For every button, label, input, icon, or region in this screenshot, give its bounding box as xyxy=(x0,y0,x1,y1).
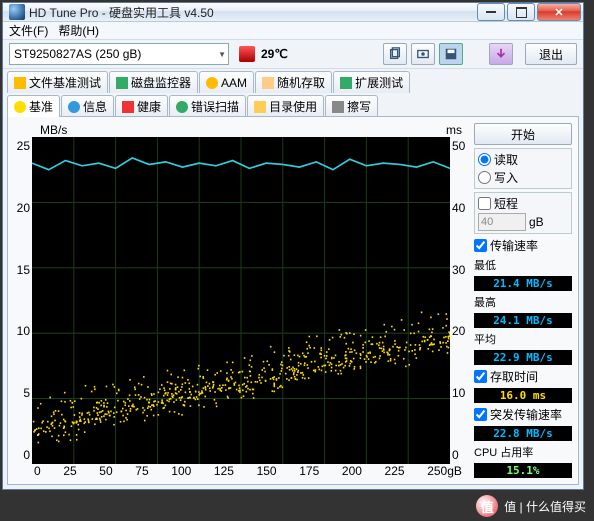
tabs-upper: 文件基准测试 磁盘监控器 AAM 随机存取 扩展测试 xyxy=(3,69,583,93)
menubar: 文件(F) 帮助(H) xyxy=(3,22,583,40)
access-value: 16.0 ms xyxy=(474,388,572,403)
tab-folder-usage[interactable]: 目录使用 xyxy=(247,95,324,117)
cpu-label: CPU 占用率 xyxy=(474,444,572,460)
tab-file-benchmark[interactable]: 文件基准测试 xyxy=(7,71,108,93)
tab-error-scan[interactable]: 错误扫描 xyxy=(169,95,246,117)
thermometer-icon xyxy=(239,46,255,62)
random-access-icon xyxy=(262,77,274,89)
y-left-ticks: 2520151050 xyxy=(14,137,32,464)
file-benchmark-icon xyxy=(14,77,26,89)
menu-file[interactable]: 文件(F) xyxy=(9,22,48,39)
chevron-down-icon: ▼ xyxy=(218,50,226,59)
close-button[interactable] xyxy=(537,3,581,21)
max-value: 24.1 MB/s xyxy=(474,313,572,328)
tab-benchmark[interactable]: 基准 xyxy=(7,95,60,117)
chart-svg xyxy=(32,137,450,464)
tab-disk-monitor[interactable]: 磁盘监控器 xyxy=(109,71,198,93)
tab-erase[interactable]: 擦写 xyxy=(325,95,378,117)
tab-info[interactable]: 信息 xyxy=(61,95,114,117)
tab-health[interactable]: 健康 xyxy=(115,95,168,117)
watermark-logo-icon: 值 xyxy=(476,495,498,517)
mode-group: 读取 写入 xyxy=(474,148,572,189)
folder-icon xyxy=(254,101,266,113)
tab-extra-tests[interactable]: 扩展测试 xyxy=(333,71,410,93)
burst-value: 22.8 MB/s xyxy=(474,426,572,441)
chart-plot xyxy=(32,137,450,464)
info-icon xyxy=(68,101,80,113)
app-window: HD Tune Pro - 硬盘实用工具 v4.50 文件(F) 帮助(H) S… xyxy=(2,2,584,490)
x-ticks: 0255075100125150175200225250gB xyxy=(14,464,468,478)
save-button[interactable] xyxy=(439,43,463,65)
tab-random-access[interactable]: 随机存取 xyxy=(255,71,332,93)
toolbar: ST9250827AS (250 gB) ▼ 29℃ 退出 xyxy=(3,40,583,69)
y-left-label: MB/s xyxy=(40,123,67,137)
download-button[interactable] xyxy=(489,43,513,65)
start-button[interactable]: 开始 xyxy=(474,123,572,145)
window-buttons xyxy=(477,3,581,21)
watermark: 值 值 | 什么值得买 xyxy=(476,495,586,517)
chk-short[interactable]: 短程 xyxy=(478,195,568,212)
copy-button[interactable] xyxy=(383,43,407,65)
chart-top-labels: MB/s ms xyxy=(14,123,468,137)
cpu-value: 15.1% xyxy=(474,463,572,478)
min-label: 最低 xyxy=(474,257,572,273)
y-right-ticks: 50403020100 xyxy=(450,137,468,464)
temperature-value: 29℃ xyxy=(261,47,288,61)
window-title: HD Tune Pro - 硬盘实用工具 v4.50 xyxy=(29,4,477,21)
content-area: MB/s ms 2520151050 xyxy=(7,116,579,485)
trash-icon xyxy=(332,101,344,113)
titlebar[interactable]: HD Tune Pro - 硬盘实用工具 v4.50 xyxy=(3,3,583,22)
chk-access[interactable]: 存取时间 xyxy=(474,368,572,385)
y-right-label: ms xyxy=(446,123,462,137)
exit-button[interactable]: 退出 xyxy=(525,43,577,65)
chk-transfer[interactable]: 传输速率 xyxy=(474,237,572,254)
drive-select[interactable]: ST9250827AS (250 gB) ▼ xyxy=(9,43,229,65)
side-panel: 开始 读取 写入 短程 gB 传输速率 最低 21.4 MB/s 最高 24.1… xyxy=(474,123,572,478)
app-icon xyxy=(9,4,25,20)
min-value: 21.4 MB/s xyxy=(474,276,572,291)
max-label: 最高 xyxy=(474,294,572,310)
magnifier-icon xyxy=(176,101,188,113)
watermark-text: 值 | 什么值得买 xyxy=(504,498,586,515)
tabs-lower: 基准 信息 健康 错误扫描 目录使用 擦写 xyxy=(3,93,583,117)
short-value xyxy=(478,213,526,231)
maximize-button[interactable] xyxy=(507,3,535,21)
menu-help[interactable]: 帮助(H) xyxy=(58,22,99,39)
avg-value: 22.9 MB/s xyxy=(474,350,572,365)
drive-select-value: ST9250827AS (250 gB) xyxy=(14,47,141,61)
screenshot-button[interactable] xyxy=(411,43,435,65)
benchmark-icon xyxy=(14,101,26,113)
speaker-icon xyxy=(206,77,218,89)
radio-read[interactable]: 读取 xyxy=(478,151,568,168)
health-icon xyxy=(122,101,134,113)
avg-label: 平均 xyxy=(474,331,572,347)
chart-wrap: MB/s ms 2520151050 xyxy=(14,123,468,478)
radio-write[interactable]: 写入 xyxy=(478,169,568,186)
tab-aam[interactable]: AAM xyxy=(199,71,254,93)
disk-monitor-icon xyxy=(116,77,128,89)
short-group: 短程 gB xyxy=(474,192,572,234)
extra-tests-icon xyxy=(340,77,352,89)
minimize-button[interactable] xyxy=(477,3,505,21)
chk-burst[interactable]: 突发传输速率 xyxy=(474,406,572,423)
